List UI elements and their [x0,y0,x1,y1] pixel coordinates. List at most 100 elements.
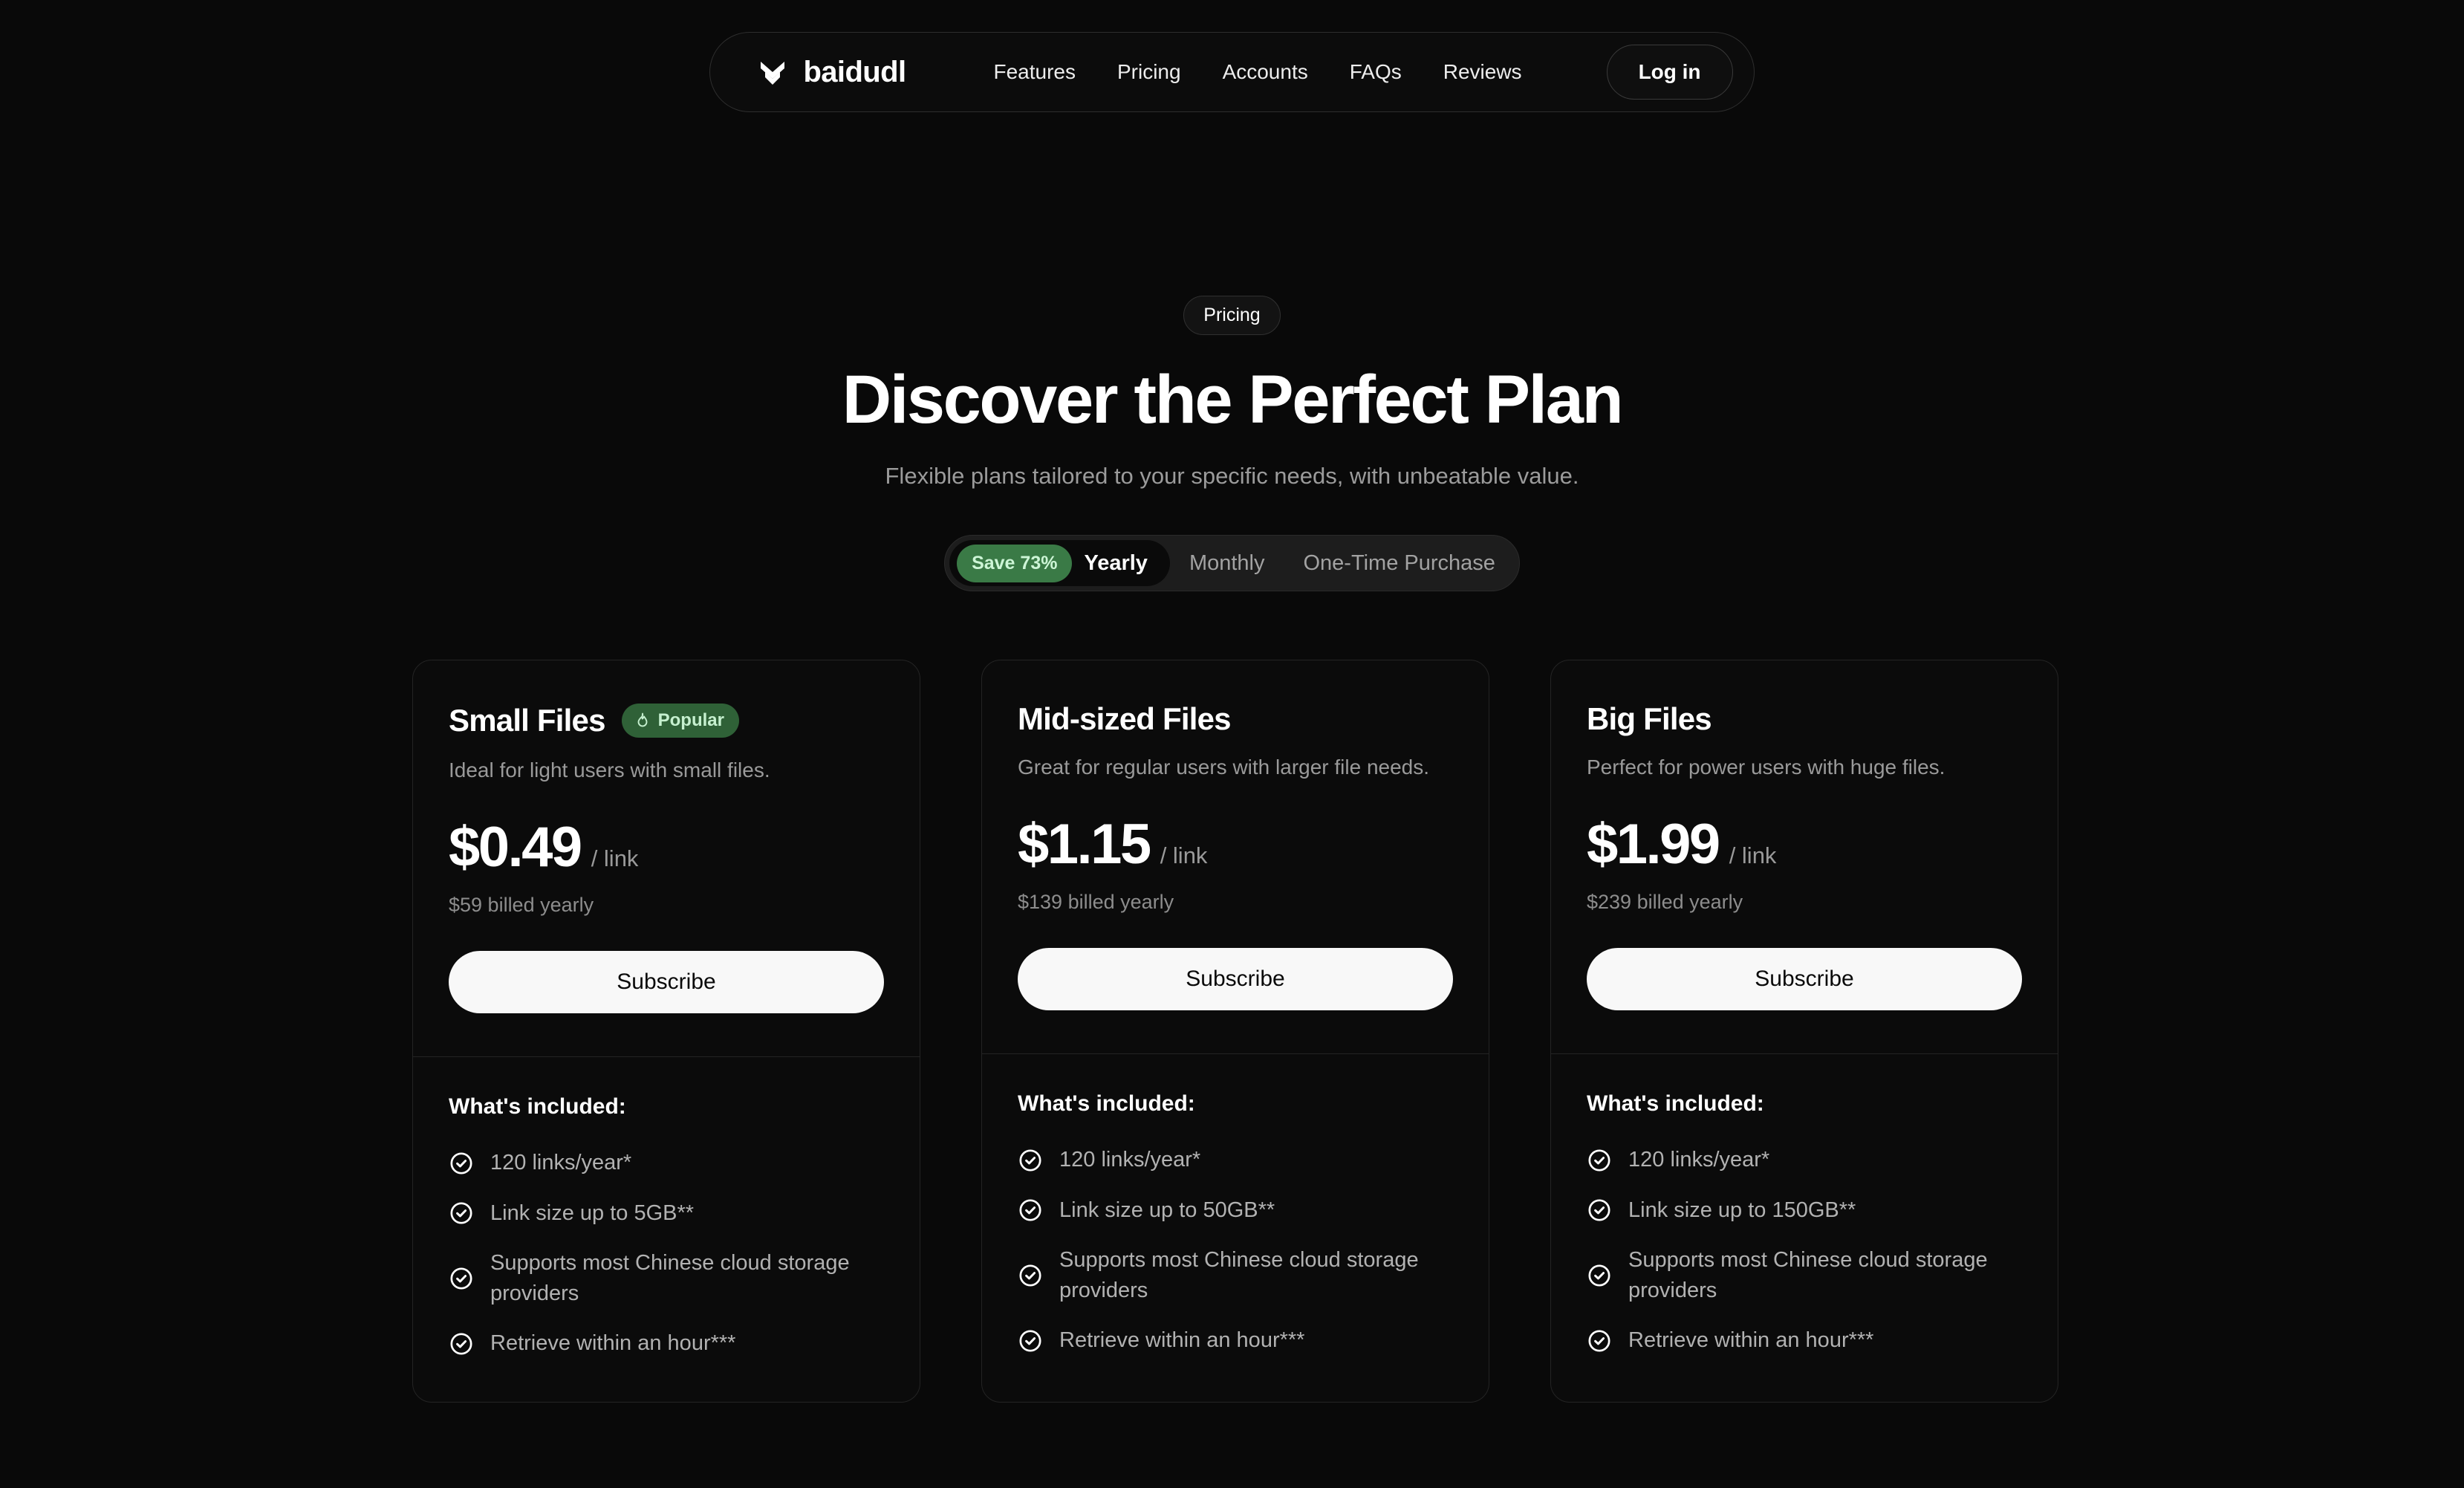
plan-price-unit: / link [1729,842,1777,869]
list-item: 120 links/year* [449,1148,884,1178]
list-item: Link size up to 150GB** [1587,1195,2022,1226]
nav-link-faqs[interactable]: FAQs [1329,50,1423,94]
subscribe-button[interactable]: Subscribe [449,951,884,1014]
feature-text: 120 links/year* [490,1151,632,1175]
price-row: $0.49 / link [449,819,884,876]
list-item: Supports most Chinese cloud storage prov… [1587,1245,2022,1306]
list-item: Link size up to 50GB** [1018,1195,1453,1226]
save-badge: Save 73% [957,544,1073,582]
price-row: $1.15 / link [1018,816,1453,873]
feature-text: Link size up to 150GB** [1628,1198,1856,1222]
plan-price: $0.49 [449,816,582,880]
included-label: What's included: [1587,1091,1764,1117]
nav-link-reviews[interactable]: Reviews [1423,50,1543,94]
brand-logo[interactable]: baidudl [755,54,906,90]
feature-text: 120 links/year* [1628,1148,1770,1172]
pricing-eyebrow-badge: Pricing [1183,296,1281,335]
billing-option-one-time[interactable]: One-Time Purchase [1284,540,1514,586]
card-header: Big Files Perfect for power users with h… [1551,660,2058,1053]
card-features: What's included: 120 links/year* Link si… [982,1054,1489,1399]
plan-price-unit: / link [1160,842,1208,869]
feature-text: Supports most Chinese cloud storage prov… [1059,1247,1419,1302]
nav-link-features[interactable]: Features [972,50,1096,94]
card-title-row: Mid-sized Files [1018,704,1453,735]
flame-icon [634,712,651,730]
billing-option-monthly[interactable]: Monthly [1170,540,1284,586]
plan-description: Great for regular users with larger file… [1018,756,1430,779]
check-circle-icon [449,1151,474,1176]
feature-text: Supports most Chinese cloud storage prov… [490,1250,850,1305]
login-button[interactable]: Log in [1606,45,1733,100]
list-item: Link size up to 5GB** [449,1198,884,1229]
check-circle-icon [1587,1198,1612,1223]
included-label: What's included: [449,1094,626,1120]
check-circle-icon [449,1201,474,1226]
nav-links: Features Pricing Accounts FAQs Reviews [972,50,1542,94]
pricing-card-mid-sized-files: Mid-sized Files Great for regular users … [981,660,1489,1403]
list-item: 120 links/year* [1018,1145,1453,1175]
plan-price: $1.15 [1018,813,1151,877]
plan-billed-note: $239 billed yearly [1587,891,1743,914]
pricing-card-big-files: Big Files Perfect for power users with h… [1550,660,2058,1403]
nav-link-accounts[interactable]: Accounts [1202,50,1329,94]
feature-list: 120 links/year* Link size up to 150GB** [1587,1145,2022,1356]
billing-segmented-control: Save 73% Yearly Monthly One-Time Purchas… [944,535,1520,591]
hero-section: Pricing Discover the Perfect Plan Flexib… [0,296,2464,491]
plan-billed-note: $139 billed yearly [1018,891,1174,914]
card-header: Mid-sized Files Great for regular users … [982,660,1489,1053]
brand-name: baidudl [803,56,906,88]
pricing-card-small-files: Small Files Popular Ideal for light user… [412,660,920,1403]
page-title: Discover the Perfect Plan [842,362,1624,438]
card-header: Small Files Popular Ideal for light user… [413,660,920,1056]
plan-description: Perfect for power users with huge files. [1587,756,1945,779]
check-circle-icon [1587,1328,1612,1354]
subscribe-button[interactable]: Subscribe [1018,948,1453,1011]
card-features: What's included: 120 links/year* Link si… [1551,1054,2058,1399]
check-circle-icon [1018,1328,1043,1354]
price-row: $1.99 / link [1587,816,2022,873]
included-label: What's included: [1018,1091,1195,1117]
list-item: Retrieve within an hour*** [1018,1325,1453,1356]
plan-name: Mid-sized Files [1018,701,1232,736]
nav-pill: baidudl Features Pricing Accounts FAQs R… [709,32,1755,112]
pricing-page: baidudl Features Pricing Accounts FAQs R… [0,0,2464,1488]
check-circle-icon [1587,1263,1612,1288]
feature-text: Link size up to 50GB** [1059,1198,1275,1222]
list-item: Retrieve within an hour*** [449,1328,884,1359]
billing-option-yearly[interactable]: Save 73% Yearly [949,540,1170,586]
feature-text: Retrieve within an hour*** [1628,1328,1874,1353]
feature-list: 120 links/year* Link size up to 50GB** S… [1018,1145,1453,1356]
plan-price: $1.99 [1587,813,1720,877]
check-circle-icon [1018,1263,1043,1288]
billing-option-yearly-label: Yearly [1084,550,1148,575]
plan-billed-note: $59 billed yearly [449,894,594,917]
card-title-row: Big Files [1587,704,2022,735]
feature-text: Retrieve within an hour*** [490,1331,736,1356]
check-circle-icon [449,1331,474,1357]
card-title-row: Small Files Popular [449,704,884,738]
plan-description: Ideal for light users with small files. [449,758,770,782]
feature-text: 120 links/year* [1059,1148,1201,1172]
check-circle-icon [1018,1148,1043,1173]
pricing-cards: Small Files Popular Ideal for light user… [412,660,2058,1403]
nav-link-pricing[interactable]: Pricing [1096,50,1202,94]
navbar: baidudl Features Pricing Accounts FAQs R… [0,32,2464,112]
page-subtitle: Flexible plans tailored to your specific… [885,462,1579,489]
plan-name: Small Files [449,703,605,738]
list-item: Retrieve within an hour*** [1587,1325,2022,1356]
billing-toggle: Save 73% Yearly Monthly One-Time Purchas… [0,535,2464,591]
subscribe-button[interactable]: Subscribe [1587,948,2022,1011]
plan-price-unit: / link [591,845,639,872]
billing-option-one-time-label: One-Time Purchase [1303,550,1495,575]
feature-text: Retrieve within an hour*** [1059,1328,1305,1353]
popular-badge: Popular [621,704,739,738]
check-circle-icon [1018,1198,1043,1223]
feature-text: Link size up to 5GB** [490,1201,695,1225]
check-circle-icon [1587,1148,1612,1173]
feature-list: 120 links/year* Link size up to 5GB** Su… [449,1148,884,1359]
double-chevron-down-icon [755,54,790,90]
list-item: 120 links/year* [1587,1145,2022,1175]
list-item: Supports most Chinese cloud storage prov… [1018,1245,1453,1306]
feature-text: Supports most Chinese cloud storage prov… [1628,1247,1988,1302]
billing-option-monthly-label: Monthly [1189,550,1265,575]
